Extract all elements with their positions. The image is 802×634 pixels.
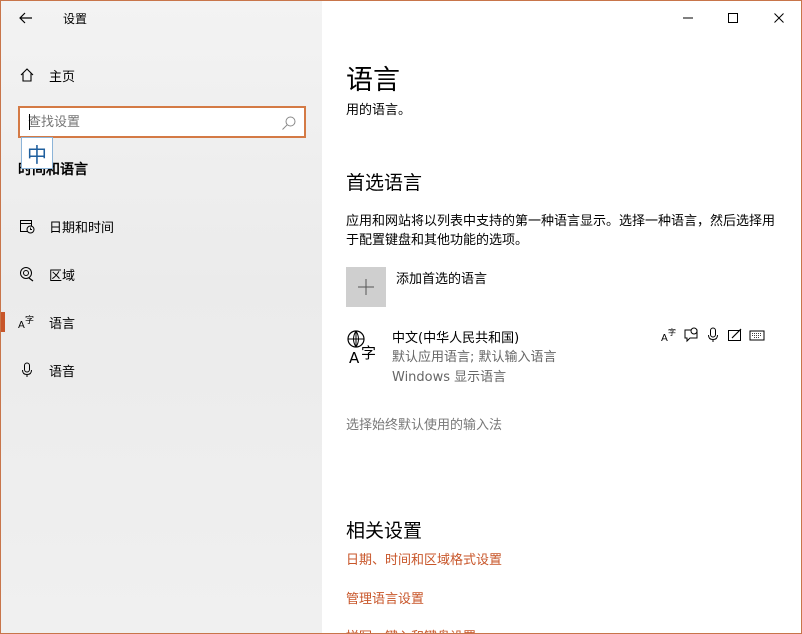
sidebar-item-label: 语音 <box>49 364 76 380</box>
language-detail: Windows 显示语言 <box>392 370 507 385</box>
preferred-languages-description: 应用和网站将以列表中支持的第一种语言显示。选择一种语言，然后选择用于配置键盘和其… <box>346 214 776 248</box>
plus-icon <box>358 279 374 295</box>
sidebar-item-home[interactable]: 主页 <box>1 55 322 95</box>
home-icon <box>18 66 36 84</box>
sidebar-item-language[interactable]: A 字 语言 <box>1 302 322 342</box>
sidebar-item-label: 日期和时间 <box>49 220 115 236</box>
maximize-icon <box>728 13 738 23</box>
microphone-icon <box>704 326 722 344</box>
settings-window: 设置 主页 中 时间和语言 <box>0 0 802 634</box>
back-arrow-icon <box>19 12 32 24</box>
language-globe-icon: A 字 <box>347 330 376 365</box>
svg-text:字: 字 <box>25 314 34 326</box>
search-box[interactable] <box>18 106 306 138</box>
ime-indicator: 中 <box>21 137 53 169</box>
text-language-icon: A字 <box>660 326 678 344</box>
microphone-icon <box>18 361 36 379</box>
close-icon <box>774 13 784 23</box>
search-input[interactable] <box>28 113 278 131</box>
sidebar-item-date-time[interactable]: 日期和时间 <box>1 206 322 246</box>
minimize-icon <box>683 17 693 19</box>
page-title: 语言 <box>346 65 400 96</box>
main-content: 语言 用的语言。 首选语言 应用和网站将以列表中支持的第一种语言显示。选择一种语… <box>322 1 801 633</box>
language-feature-icons: A字 <box>660 326 772 344</box>
related-link-date-time-region[interactable]: 日期、时间和区域格式设置 <box>346 549 502 568</box>
maximize-button[interactable] <box>720 5 746 31</box>
sidebar-item-speech[interactable]: 语音 <box>1 350 322 390</box>
sidebar-item-label: 区域 <box>49 268 76 284</box>
preferred-languages-heading: 首选语言 <box>346 172 423 194</box>
calendar-clock-icon <box>18 217 36 235</box>
svg-text:A: A <box>18 320 25 330</box>
globe-region-icon <box>18 265 36 283</box>
app-title: 设置 <box>63 12 88 26</box>
svg-text:字: 字 <box>668 327 676 337</box>
page-subtitle: 用的语言。 <box>346 103 412 118</box>
sidebar-item-label: 主页 <box>49 69 76 85</box>
language-detail: 默认应用语言; 默认输入语言 <box>392 350 557 365</box>
related-settings-heading: 相关设置 <box>346 520 423 542</box>
related-link-manage-language[interactable]: 管理语言设置 <box>346 588 424 607</box>
search-icon <box>282 116 296 130</box>
speech-bubble-icon <box>682 326 700 344</box>
default-input-method-link[interactable]: 选择始终默认使用的输入法 <box>346 414 502 433</box>
svg-text:A: A <box>349 349 360 365</box>
sidebar-item-region[interactable]: 区域 <box>1 254 322 294</box>
add-language-label[interactable]: 添加首选的语言 <box>396 268 487 287</box>
minimize-button[interactable] <box>675 5 701 31</box>
handwriting-icon <box>726 326 744 344</box>
related-link-spelling-typing[interactable]: 拼写、键入和键盘设置 <box>346 626 476 633</box>
keyboard-icon <box>748 326 766 344</box>
language-name: 中文(中华人民共和国) <box>392 331 520 346</box>
language-icon: A 字 <box>18 313 36 331</box>
svg-text:A: A <box>661 333 668 343</box>
add-language-button[interactable] <box>346 267 386 307</box>
active-indicator <box>1 312 5 332</box>
sidebar: 设置 主页 中 时间和语言 <box>1 1 322 633</box>
text-caret <box>29 114 30 130</box>
close-button[interactable] <box>766 5 792 31</box>
back-button[interactable] <box>15 7 37 29</box>
svg-text:字: 字 <box>361 344 376 362</box>
sidebar-item-label: 语言 <box>49 316 76 332</box>
